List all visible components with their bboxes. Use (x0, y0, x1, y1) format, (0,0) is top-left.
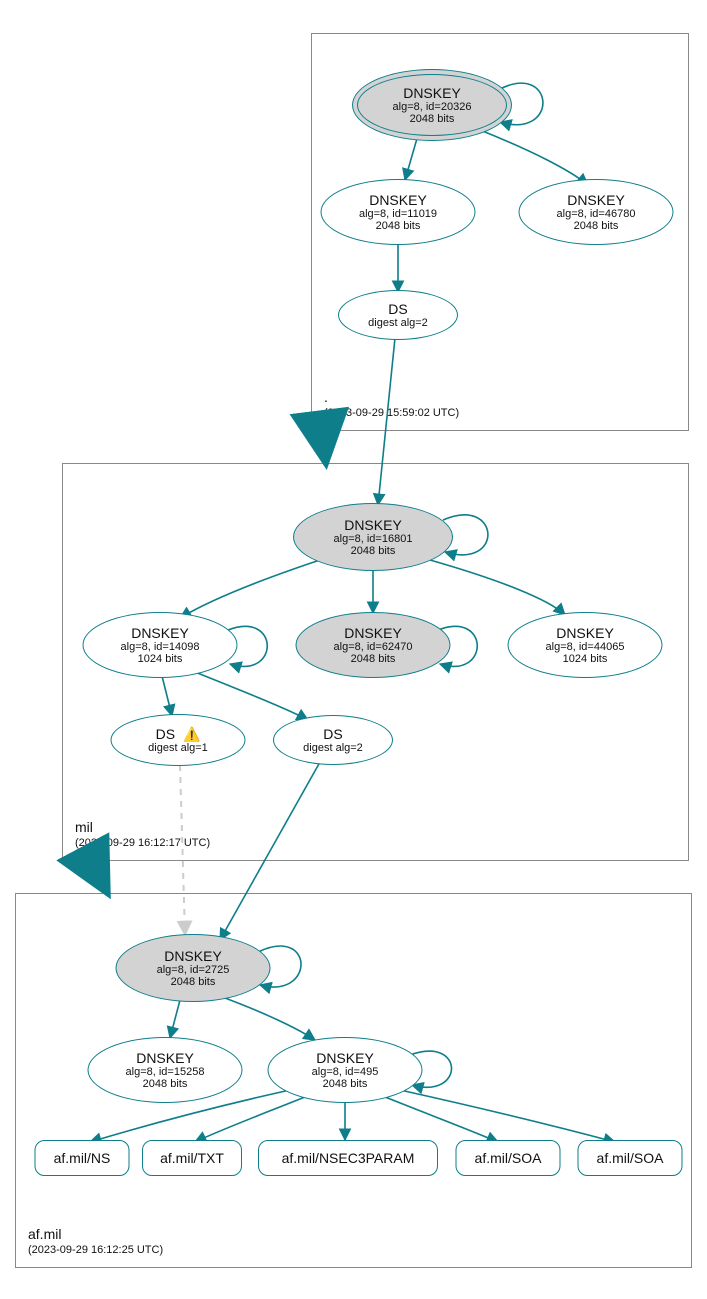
rr-soa-1: af.mil/SOA (456, 1140, 561, 1176)
node-mil-ds-alg1: DS ⚠️ digest alg=1 (111, 714, 246, 766)
rr-ns: af.mil/NS (35, 1140, 130, 1176)
rr-soa-2: af.mil/SOA (578, 1140, 683, 1176)
node-root-zsk-46780: DNSKEY alg=8, id=46780 2048 bits (519, 179, 674, 245)
node-mil-zsk-44065: DNSKEY alg=8, id=44065 1024 bits (508, 612, 663, 678)
node-mil-zsk-14098: DNSKEY alg=8, id=14098 1024 bits (83, 612, 238, 678)
node-root-zsk-11019: DNSKEY alg=8, id=11019 2048 bits (321, 179, 476, 245)
rr-nsec3param: af.mil/NSEC3PARAM (258, 1140, 438, 1176)
dnssec-diagram: . (2023-09-29 15:59:02 UTC) mil (2023-09… (0, 0, 707, 1299)
rr-txt: af.mil/TXT (142, 1140, 242, 1176)
node-mil-zsk-62470: DNSKEY alg=8, id=62470 2048 bits (296, 612, 451, 678)
zone-mil-label: mil (2023-09-29 16:12:17 UTC) (75, 818, 210, 850)
node-mil-ds-alg2: DS digest alg=2 (273, 715, 393, 765)
warning-icon: ⚠️ (183, 727, 200, 741)
node-root-ksk: DNSKEY alg=8, id=20326 2048 bits (352, 69, 512, 141)
zone-root-label: . (2023-09-29 15:59:02 UTC) (324, 388, 459, 420)
node-root-ds: DS digest alg=2 (338, 290, 458, 340)
node-afmil-zsk-15258: DNSKEY alg=8, id=15258 2048 bits (88, 1037, 243, 1103)
node-mil-ksk: DNSKEY alg=8, id=16801 2048 bits (293, 503, 453, 571)
zone-afmil-label: af.mil (2023-09-29 16:12:25 UTC) (28, 1225, 163, 1257)
node-afmil-zsk-495: DNSKEY alg=8, id=495 2048 bits (268, 1037, 423, 1103)
node-afmil-ksk: DNSKEY alg=8, id=2725 2048 bits (116, 934, 271, 1002)
